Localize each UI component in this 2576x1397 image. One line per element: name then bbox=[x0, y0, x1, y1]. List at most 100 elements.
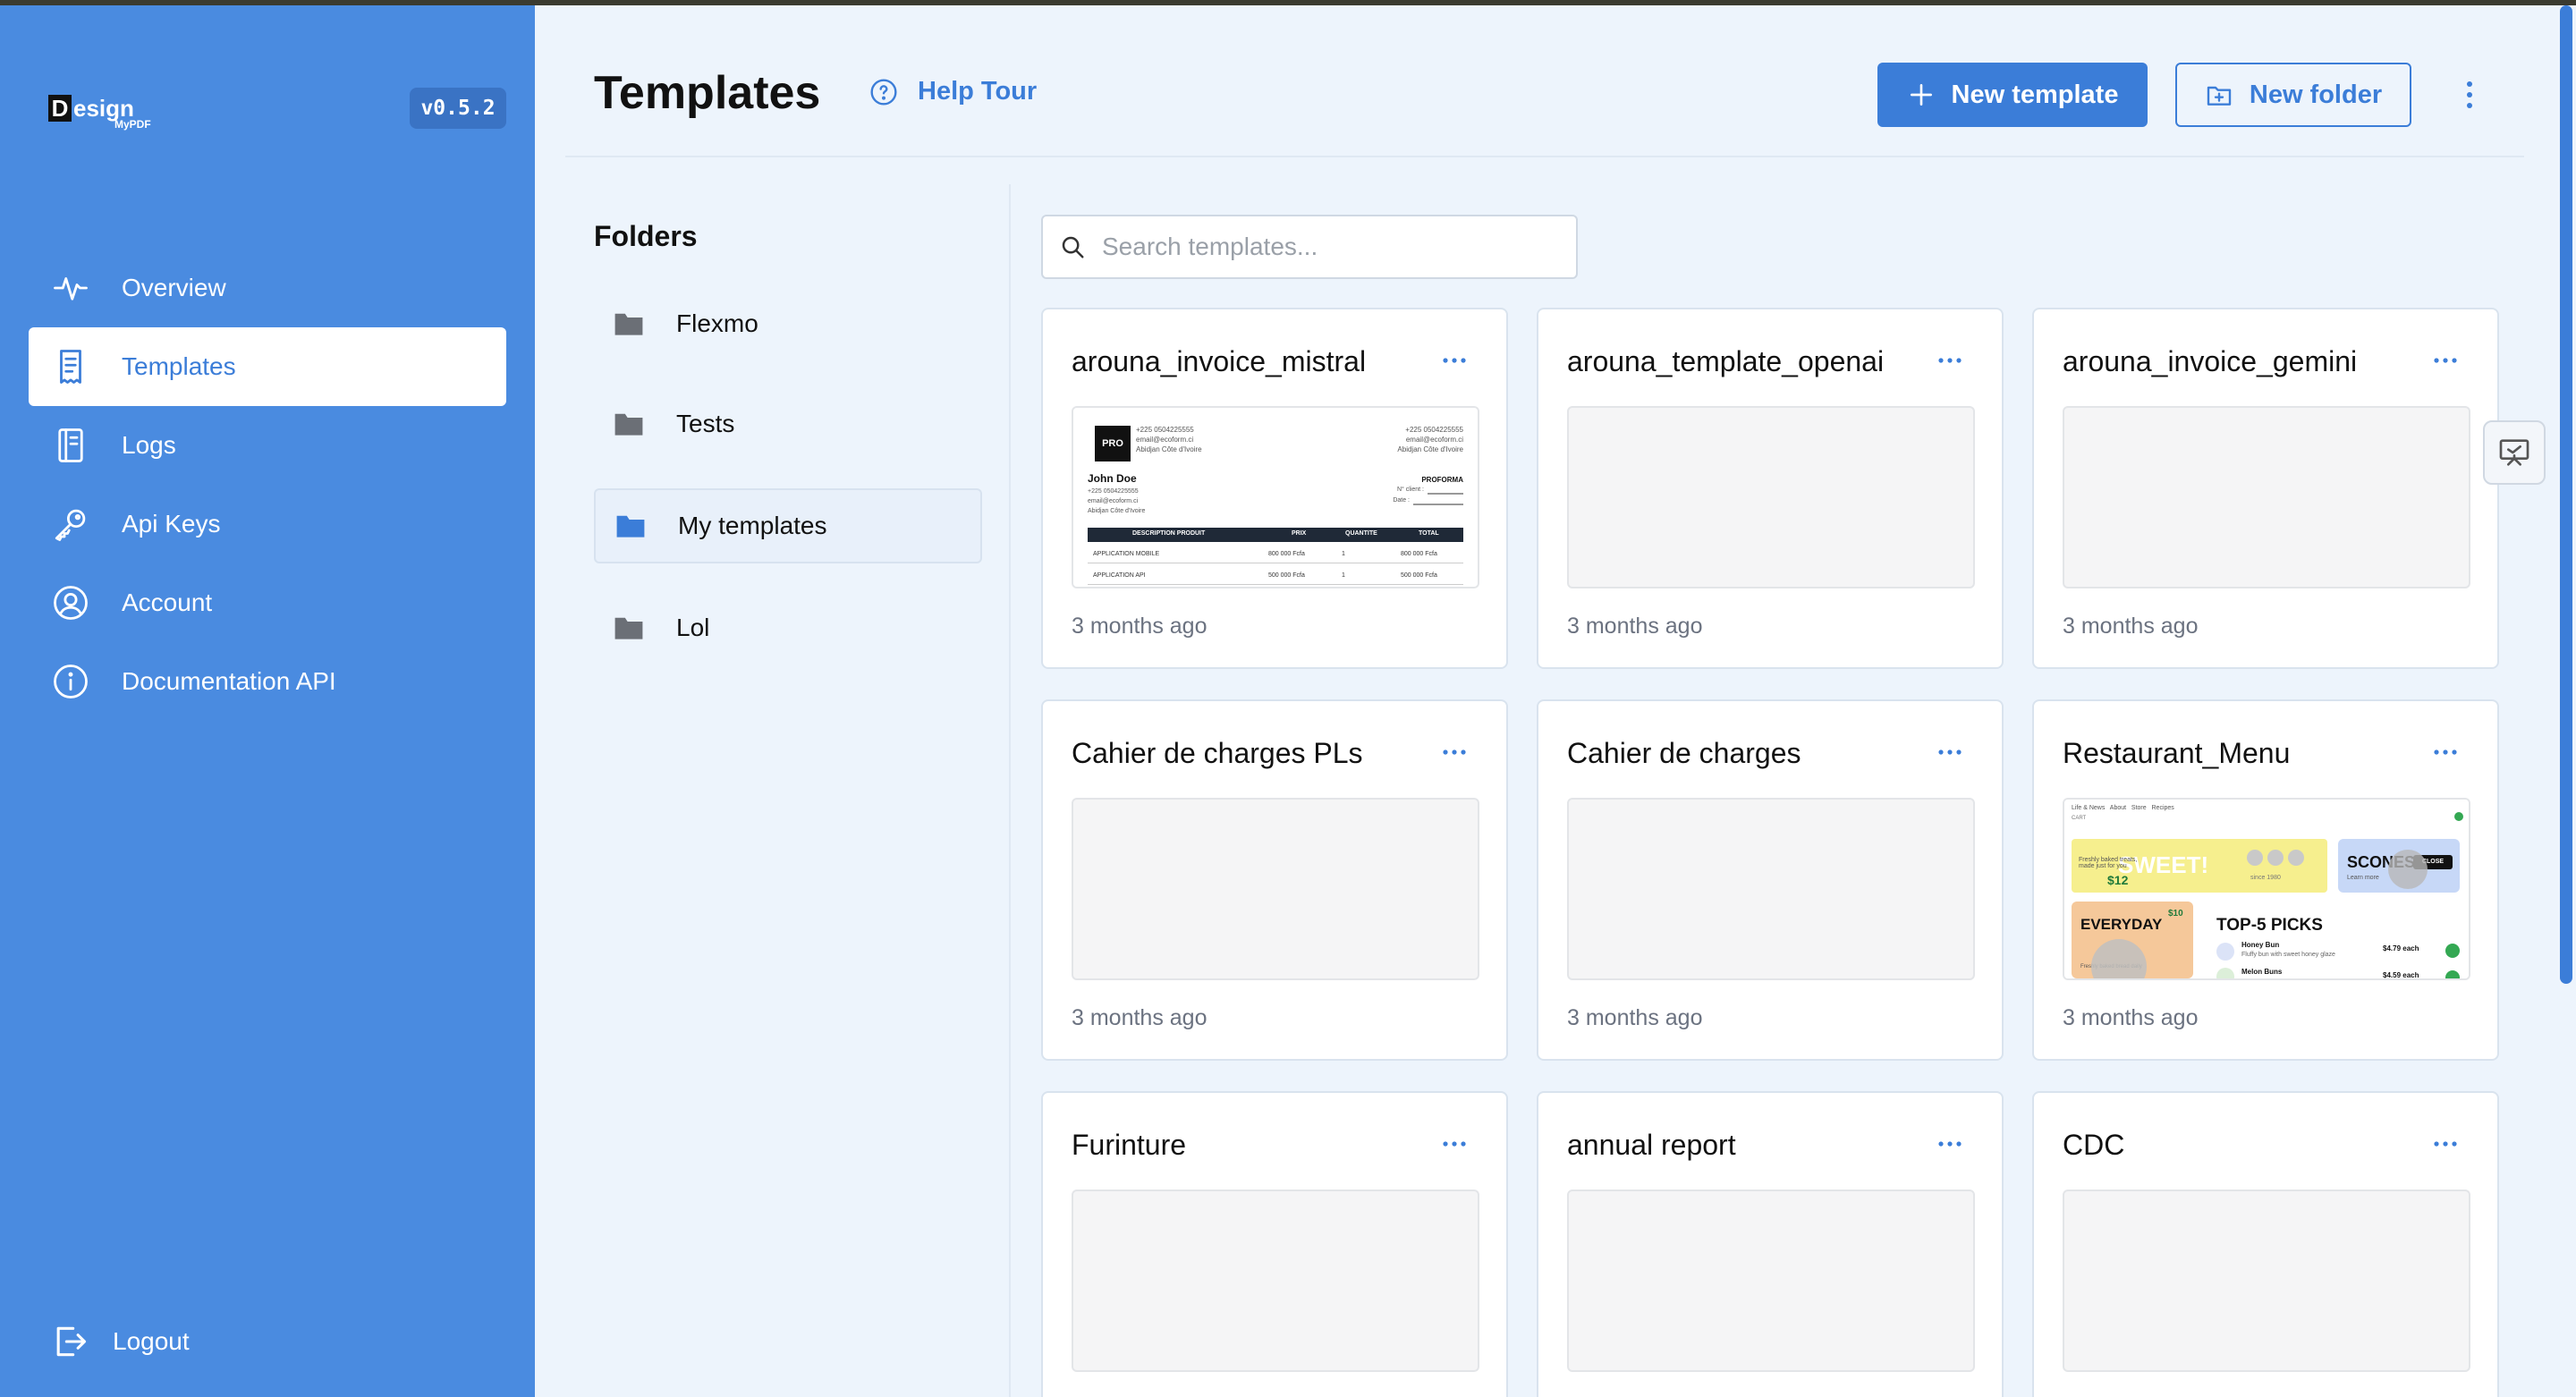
invoice-cell: 500 000 Fcfa bbox=[1401, 572, 1437, 579]
brand-letter: D bbox=[48, 95, 72, 122]
menu-status-dot bbox=[2454, 812, 2463, 821]
folder-plus-icon bbox=[2207, 86, 2232, 106]
folder-label: Flexmo bbox=[676, 309, 758, 337]
invoice-receiver-email: email@ecoform.ci bbox=[1405, 436, 1463, 444]
help-tour-label: Help Tour bbox=[918, 77, 1038, 106]
template-thumbnail bbox=[1072, 798, 1479, 980]
template-card[interactable]: Cahier de charges 3 months ago bbox=[1537, 699, 2004, 1061]
folder-item-flexmo[interactable]: Flexmo bbox=[594, 286, 982, 361]
notebook-icon bbox=[50, 425, 91, 466]
template-card[interactable]: Restaurant_Menu Life & News About Store … bbox=[2032, 699, 2499, 1061]
menu-pick-thumb bbox=[2216, 968, 2234, 978]
sidebar-item-templates[interactable]: Templates bbox=[29, 327, 506, 406]
help-circle-icon bbox=[870, 78, 897, 106]
template-card[interactable]: Cahier de charges PLs 3 months ago bbox=[1041, 699, 1508, 1061]
template-card[interactable]: CDC bbox=[2032, 1091, 2499, 1397]
sidebar-item-logs[interactable]: Logs bbox=[29, 406, 506, 485]
folder-item-my-templates[interactable]: My templates bbox=[594, 488, 982, 563]
template-name: Cahier de charges PLs bbox=[1072, 737, 1363, 769]
folder-icon bbox=[616, 515, 645, 538]
template-name: CDC bbox=[2063, 1129, 2125, 1161]
template-card[interactable]: Furinture bbox=[1041, 1091, 1508, 1397]
template-thumbnail bbox=[1072, 1190, 1479, 1372]
sidebar-item-label: Logs bbox=[122, 431, 176, 459]
more-horizontal-icon[interactable] bbox=[1442, 1139, 1467, 1148]
more-horizontal-icon[interactable] bbox=[1937, 1139, 1962, 1148]
invoice-sender-email: email@ecoform.ci bbox=[1136, 436, 1194, 444]
template-thumbnail bbox=[1567, 406, 1975, 588]
sidebar-item-label: Overview bbox=[122, 274, 226, 301]
template-date: 3 months ago bbox=[1072, 614, 1208, 639]
more-horizontal-icon[interactable] bbox=[2433, 1139, 2458, 1148]
invoice-doc-type: PROFORMA bbox=[1421, 476, 1463, 484]
template-date: 3 months ago bbox=[1567, 614, 1703, 639]
template-name: arouna_template_openai bbox=[1567, 345, 1885, 377]
sidebar-item-label: Api Keys bbox=[122, 510, 221, 538]
info-icon bbox=[50, 661, 91, 702]
more-horizontal-icon[interactable] bbox=[1442, 748, 1467, 757]
menu-pick-desc: Fluffy bun with sweet honey glaze bbox=[2241, 952, 2335, 958]
menu-preview-nav: Life & News About Store Recipes bbox=[2072, 805, 2174, 811]
sidebar-item-label: Documentation API bbox=[122, 667, 336, 695]
presentation-icon bbox=[2499, 439, 2529, 466]
menu-pick-name: Melon Buns bbox=[2241, 968, 2283, 976]
invoice-customer-phone: +225 0504225555 bbox=[1088, 488, 1139, 495]
sidebar-item-api-keys[interactable]: Api Keys bbox=[29, 485, 506, 563]
invoice-col-quantity: QUANTITE bbox=[1345, 530, 1377, 537]
invoice-sender-phone: +225 0504225555 bbox=[1136, 426, 1194, 434]
menu-pick-add-icon bbox=[2445, 970, 2460, 978]
invoice-customer-city: Abidjan Côte d'Ivoire bbox=[1088, 508, 1146, 514]
menu-pick-item: Honey Bun Fluffy bun with sweet honey gl… bbox=[2216, 939, 2463, 964]
help-tour-link[interactable]: Help Tour bbox=[869, 77, 1037, 106]
folders-title: Folders bbox=[594, 220, 698, 252]
template-thumbnail: Life & News About Store Recipes CART SWE… bbox=[2063, 798, 2470, 980]
folder-icon bbox=[614, 617, 643, 639]
new-template-button[interactable]: New template bbox=[1877, 63, 2148, 127]
more-options-icon[interactable] bbox=[2456, 77, 2483, 113]
sidebar-item-account[interactable]: Account bbox=[29, 563, 506, 642]
invoice-customer: John Doe bbox=[1088, 472, 1137, 485]
template-card[interactable]: annual report bbox=[1537, 1091, 2004, 1397]
menu-promo-banner: SCONES Learn more CLOSE bbox=[2338, 839, 2460, 893]
menu-pick-price: $4.79 each bbox=[2383, 944, 2419, 952]
menu-pick-item: Melon Buns $4.59 each bbox=[2216, 966, 2463, 978]
side-feedback-button[interactable] bbox=[2483, 420, 2546, 485]
template-date: 3 months ago bbox=[1567, 1005, 1703, 1030]
logout-label: Logout bbox=[113, 1327, 190, 1355]
sidebar-item-overview[interactable]: Overview bbox=[29, 249, 506, 327]
header-divider bbox=[565, 156, 2524, 157]
scrollbar[interactable] bbox=[2560, 5, 2572, 984]
sidebar-item-documentation-api[interactable]: Documentation API bbox=[29, 642, 506, 721]
template-card[interactable]: arouna_invoice_mistral PRO +225 05042255… bbox=[1041, 308, 1508, 669]
template-date: 3 months ago bbox=[2063, 614, 2199, 639]
template-thumbnail bbox=[1567, 798, 1975, 980]
folder-item-lol[interactable]: Lol bbox=[594, 590, 982, 665]
menu-hero-dots bbox=[2247, 850, 2304, 866]
more-horizontal-icon[interactable] bbox=[2433, 356, 2458, 365]
new-folder-button[interactable]: New folder bbox=[2175, 63, 2411, 127]
more-horizontal-icon[interactable] bbox=[1937, 748, 1962, 757]
folder-panel-divider bbox=[1009, 184, 1011, 1397]
more-horizontal-icon[interactable] bbox=[1442, 356, 1467, 365]
logout-button[interactable]: Logout bbox=[50, 1320, 190, 1363]
search-box bbox=[1041, 215, 1578, 279]
new-template-label: New template bbox=[1951, 80, 2119, 109]
invoice-client-label: N° client : bbox=[1396, 487, 1424, 493]
brand-logo[interactable]: D esign MyPDF bbox=[48, 91, 165, 136]
menu-hero-price: $12 bbox=[2107, 873, 2129, 887]
template-date: 3 months ago bbox=[2063, 1005, 2199, 1030]
menu-hero-sub: Freshly baked treats, made just for you bbox=[2079, 857, 2138, 869]
template-thumbnail bbox=[2063, 1190, 2470, 1372]
more-horizontal-icon[interactable] bbox=[1937, 356, 1962, 365]
template-card[interactable]: arouna_template_openai 3 months ago bbox=[1537, 308, 2004, 669]
plus-icon bbox=[1910, 84, 1932, 106]
brand-sub: MyPDF bbox=[114, 118, 151, 131]
invoice-sender-city: Abidjan Côte d'Ivoire bbox=[1136, 445, 1202, 453]
invoice-row: APPLICATION API 500 000 Fcfa 1 500 000 F… bbox=[1088, 572, 1463, 585]
folder-item-tests[interactable]: Tests bbox=[594, 386, 982, 461]
template-card[interactable]: arouna_invoice_gemini 3 months ago bbox=[2032, 308, 2499, 669]
search-input[interactable] bbox=[1102, 233, 1567, 261]
folder-label: Lol bbox=[676, 614, 710, 641]
more-horizontal-icon[interactable] bbox=[2433, 748, 2458, 757]
folder-icon bbox=[614, 413, 643, 436]
